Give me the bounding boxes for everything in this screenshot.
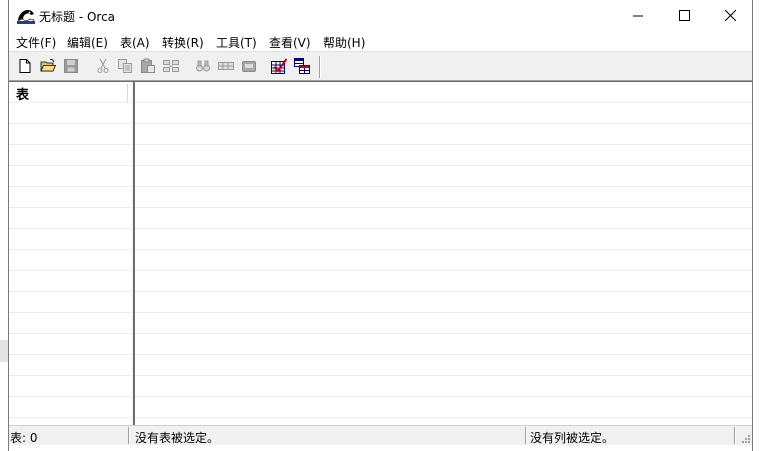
save-icon[interactable] xyxy=(63,58,79,74)
menu-file[interactable]: 文件(F) xyxy=(16,34,56,51)
close-button[interactable] xyxy=(707,0,753,31)
orca-window: 无标题 - Orca 文件(F) 编辑(E) 表(A) 转换(R) 工具(T) … xyxy=(8,0,753,451)
status-bar: 表: 0 没有表被选定。 没有列被选定。 xyxy=(9,425,752,445)
title-bar[interactable]: 无标题 - Orca xyxy=(9,0,752,31)
resize-grip-icon[interactable] xyxy=(739,432,751,444)
menu-edit[interactable]: 编辑(E) xyxy=(67,34,108,51)
menu-tools[interactable]: 工具(T) xyxy=(216,34,257,51)
menu-transform[interactable]: 转换(R) xyxy=(162,34,204,51)
close-icon xyxy=(724,10,736,21)
validate-icon[interactable] xyxy=(271,58,287,74)
copy-icon[interactable] xyxy=(117,58,133,74)
status-divider xyxy=(734,427,736,444)
paste-rows-icon[interactable] xyxy=(163,58,179,74)
status-divider xyxy=(525,427,527,444)
status-table-count: 表: 0 xyxy=(10,431,38,445)
new-file-icon[interactable] xyxy=(17,58,33,74)
content-area: 表 xyxy=(9,81,752,425)
tables-list-pane[interactable]: 表 xyxy=(9,82,131,425)
add-row-icon[interactable] xyxy=(218,58,234,74)
status-column-selection: 没有列被选定。 xyxy=(530,431,615,445)
menu-bar: 文件(F) 编辑(E) 表(A) 转换(R) 工具(T) 查看(V) 帮助(H) xyxy=(9,31,752,51)
window-title: 无标题 - Orca xyxy=(39,10,116,24)
toolbar-separator xyxy=(319,56,321,78)
paste-icon[interactable] xyxy=(140,58,156,74)
desktop-background xyxy=(0,340,8,362)
status-table-selection: 没有表被选定。 xyxy=(135,431,220,445)
status-divider xyxy=(128,427,130,444)
orca-app-icon xyxy=(17,10,35,24)
find-icon[interactable] xyxy=(195,58,211,74)
minimize-icon xyxy=(632,15,643,17)
minimize-button[interactable] xyxy=(615,0,661,31)
maximize-icon xyxy=(678,10,690,21)
remove-row-icon[interactable] xyxy=(241,58,257,74)
menu-view[interactable]: 查看(V) xyxy=(269,34,311,51)
maximize-button[interactable] xyxy=(661,0,707,31)
tables-icon[interactable] xyxy=(294,58,310,74)
toolbar xyxy=(9,51,752,81)
tables-pane-header[interactable]: 表 xyxy=(16,84,30,103)
cut-icon[interactable] xyxy=(95,58,111,74)
open-folder-icon[interactable] xyxy=(40,58,56,74)
window-bottom-edge xyxy=(9,445,752,451)
menu-help[interactable]: 帮助(H) xyxy=(323,34,365,51)
column-divider xyxy=(127,84,128,102)
menu-tables[interactable]: 表(A) xyxy=(120,34,150,51)
table-rows-pane[interactable] xyxy=(135,82,752,425)
